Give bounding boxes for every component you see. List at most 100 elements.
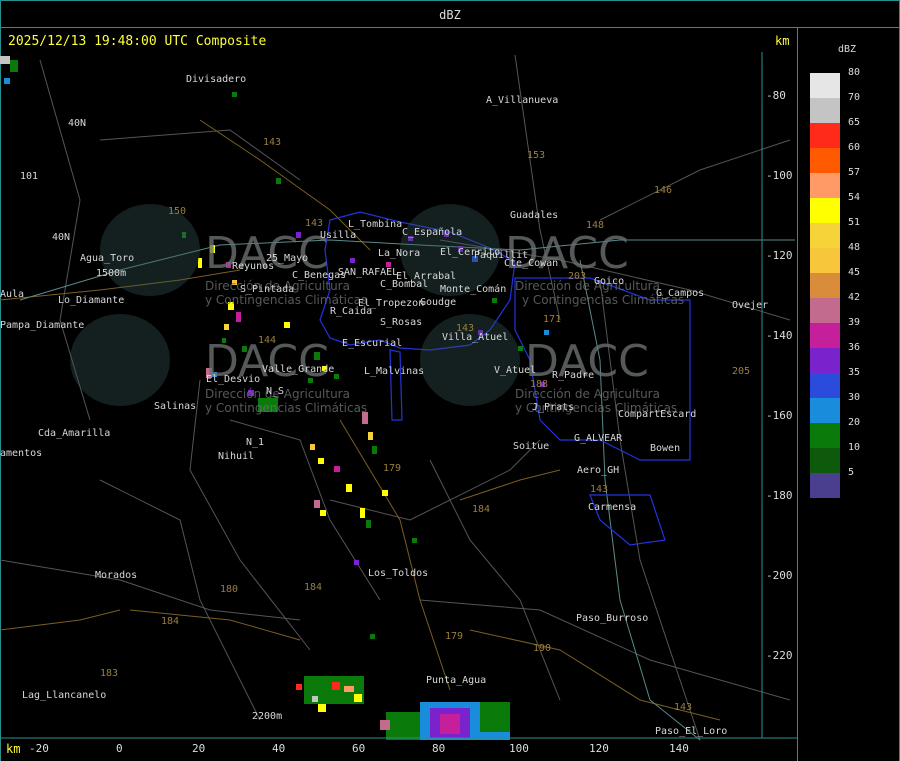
- y-axis-unit: km: [775, 34, 790, 48]
- legend-label: 20: [848, 417, 861, 428]
- svg-text:El_Arrabal: El_Arrabal: [396, 271, 456, 282]
- legend-label: 42: [848, 292, 861, 303]
- legend-label: 10: [848, 442, 861, 453]
- svg-text:Bowen: Bowen: [650, 443, 680, 454]
- x-tick: 100: [509, 742, 529, 755]
- svg-text:143: 143: [263, 137, 281, 148]
- legend-label: 39: [848, 317, 861, 328]
- x-axis-unit: km: [6, 742, 21, 756]
- legend-label: 57: [848, 167, 861, 178]
- route-lines: [0, 119, 721, 721]
- svg-text:Punta_Agua: Punta_Agua: [426, 675, 486, 686]
- svg-text:Carmensa: Carmensa: [588, 502, 636, 513]
- svg-text:El_Desvio: El_Desvio: [206, 374, 260, 385]
- svg-text:S_Rosas: S_Rosas: [380, 317, 422, 328]
- svg-text:amentos: amentos: [0, 448, 42, 459]
- svg-text:Lo_Diamante: Lo_Diamante: [58, 295, 124, 306]
- svg-text:143: 143: [590, 484, 608, 495]
- legend-label: 80: [848, 67, 861, 78]
- x-tick: 60: [352, 742, 365, 755]
- svg-text:A_Villanueva: A_Villanueva: [486, 95, 558, 106]
- x-tick: -20: [29, 742, 49, 755]
- y-tick: -120: [766, 249, 793, 262]
- legend-swatch: [810, 448, 840, 473]
- svg-text:Agua_Toro: Agua_Toro: [80, 253, 134, 264]
- svg-text:Soitue: Soitue: [513, 441, 549, 452]
- svg-text:L_Tombina: L_Tombina: [348, 219, 402, 230]
- svg-text:Dirección de Agricultura: Dirección de Agricultura: [515, 279, 660, 293]
- svg-text:Monte_Comán: Monte_Comán: [440, 283, 506, 295]
- svg-text:Guadales: Guadales: [510, 210, 558, 221]
- legend-swatch: [810, 473, 840, 498]
- legend-label: 65: [848, 117, 861, 128]
- svg-text:Ovejer: Ovejer: [732, 300, 768, 311]
- svg-text:L_Malvinas: L_Malvinas: [364, 366, 424, 377]
- svg-text:Salinas: Salinas: [154, 401, 196, 412]
- svg-text:143: 143: [305, 218, 323, 229]
- legend-swatch: [810, 223, 840, 248]
- svg-text:SAN_RAFAEL: SAN_RAFAEL: [338, 267, 398, 278]
- svg-text:25_Mayo: 25_Mayo: [266, 253, 308, 264]
- x-tick: 140: [669, 742, 689, 755]
- y-tick: -140: [766, 329, 793, 342]
- legend-label: 35: [848, 367, 861, 378]
- radar-timestamp: 2025/12/13 19:48:00 UTC Composite: [8, 34, 267, 49]
- svg-text:2200m: 2200m: [252, 711, 282, 722]
- svg-text:40N: 40N: [68, 118, 86, 129]
- svg-text:S_Pintada: S_Pintada: [240, 284, 294, 295]
- legend-swatch: [810, 423, 840, 448]
- svg-text:Pampa_Diamante: Pampa_Diamante: [0, 320, 84, 331]
- svg-text:188: 188: [530, 379, 548, 390]
- svg-text:143: 143: [674, 702, 692, 713]
- svg-text:Divisadero: Divisadero: [186, 74, 246, 85]
- svg-text:146: 146: [654, 185, 672, 196]
- legend-swatch: [810, 348, 840, 373]
- svg-text:1500m: 1500m: [96, 268, 126, 279]
- svg-text:G_ALVEAR: G_ALVEAR: [574, 433, 623, 444]
- y-tick: -100: [766, 169, 793, 182]
- legend-swatch: [810, 173, 840, 198]
- legend-swatch: [810, 123, 840, 148]
- legend-label: 51: [848, 217, 861, 228]
- legend-swatch: [810, 198, 840, 223]
- svg-text:J_Prats: J_Prats: [532, 402, 574, 413]
- svg-text:179: 179: [383, 463, 401, 474]
- legend-label: 54: [848, 192, 861, 203]
- svg-text:G_Campos: G_Campos: [656, 288, 704, 299]
- svg-text:190: 190: [533, 643, 551, 654]
- legend-swatch: [810, 273, 840, 298]
- svg-text:Cda_Amarilla: Cda_Amarilla: [38, 428, 110, 439]
- svg-text:Cte_Cowan: Cte_Cowan: [504, 258, 558, 269]
- svg-text:179: 179: [445, 631, 463, 642]
- x-tick: 120: [589, 742, 609, 755]
- legend-swatch: [810, 373, 840, 398]
- y-tick: -180: [766, 489, 793, 502]
- svg-text:Villa_Atuel: Villa_Atuel: [442, 332, 508, 343]
- legend-label: 48: [848, 242, 861, 253]
- x-tick: 20: [192, 742, 205, 755]
- svg-text:CompartEscard: CompartEscard: [618, 409, 696, 420]
- radar-map-canvas[interactable]: DACC Dirección de Agricultura y Continge…: [0, 0, 900, 761]
- svg-text:Valle_Grande: Valle_Grande: [262, 364, 334, 375]
- svg-text:184: 184: [304, 582, 322, 593]
- y-tick: -220: [766, 649, 793, 662]
- x-axis: -20 0 20 40 60 80 100 120 140: [29, 742, 689, 755]
- svg-text:144: 144: [258, 335, 276, 346]
- svg-text:184: 184: [161, 616, 179, 627]
- y-tick: -160: [766, 409, 793, 422]
- river-lines: [19, 239, 795, 741]
- svg-text:Paso_Burroso: Paso_Burroso: [576, 613, 648, 624]
- svg-text:La_Nora: La_Nora: [378, 248, 420, 259]
- svg-text:R_Padre: R_Padre: [552, 370, 594, 381]
- legend-swatch: [810, 248, 840, 273]
- x-tick: 0: [116, 742, 123, 755]
- svg-text:Aero_GH: Aero_GH: [577, 465, 619, 476]
- legend-unit-label: dBZ: [838, 44, 857, 55]
- svg-text:N_S: N_S: [266, 386, 284, 397]
- y-tick: -80: [766, 89, 786, 102]
- legend-swatch: [810, 323, 840, 348]
- svg-text:Goico: Goico: [594, 276, 624, 287]
- svg-text:El_Tropezon: El_Tropezon: [358, 298, 424, 309]
- legend-label: 5: [848, 467, 855, 478]
- svg-text:Morados: Morados: [95, 570, 137, 581]
